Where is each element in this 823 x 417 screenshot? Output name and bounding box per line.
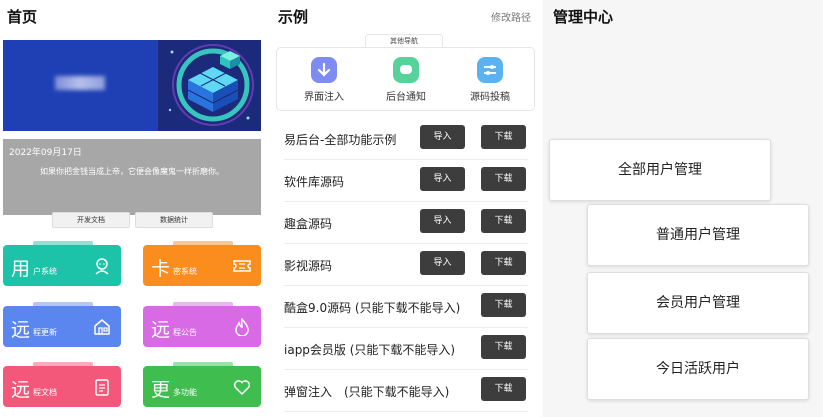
page-title: 管理中心 (553, 8, 614, 26)
page-title: 示例 (278, 8, 309, 26)
import-button[interactable]: 导入 (420, 251, 465, 275)
nav-item-interface-inject[interactable]: 界面注入 (289, 57, 359, 103)
tile-user-system[interactable]: 用 户系统 (3, 241, 121, 286)
stats-button[interactable]: 数据统计 (135, 212, 213, 228)
daily-quote-card: 2022年09月17日 如果你把金钱当成上帝，它便会像魔鬼一样折磨你。 (3, 139, 261, 215)
import-button[interactable]: 导入 (420, 167, 465, 191)
download-button[interactable]: 下载 (481, 251, 526, 275)
list-item: 易后台-全部功能示例 导入 下载 (284, 118, 528, 160)
tile-remote-update[interactable]: 远 程更新 (3, 302, 121, 347)
download-button[interactable]: 下载 (481, 335, 526, 359)
examples-panel: 示例 修改路径 其他导航 界面注入 后台通知 源码投稿 易后台-全部功能示例 导… (271, 0, 541, 417)
nav-card: 界面注入 后台通知 源码投稿 (276, 47, 535, 111)
download-button[interactable]: 下载 (481, 167, 526, 191)
list-item: 影视源码 导入 下载 (284, 244, 528, 286)
document-icon (95, 379, 109, 396)
home-panel: 首页 2022年09月17日 如果你把金钱当成上帝，它便会像魔鬼一样折磨你。 开… (0, 0, 268, 417)
list-item: 酷盒9.0源码 (只能下载不能导入) 下载 (284, 286, 528, 328)
list-item: iapp会员版 (只能下载不能导入) 下载 (284, 328, 528, 370)
banner-illustration (158, 40, 261, 131)
home-icon (94, 319, 110, 335)
download-button[interactable]: 下载 (481, 293, 526, 317)
list-item: 软件库源码 导入 下载 (284, 160, 528, 202)
quote-text: 如果你把金钱当成上帝，它便会像魔鬼一样折磨你。 (40, 167, 224, 176)
download-button[interactable]: 下载 (481, 209, 526, 233)
quote-date: 2022年09月17日 (9, 148, 82, 158)
page-title: 首页 (7, 8, 38, 26)
import-button[interactable]: 导入 (420, 209, 465, 233)
heart-icon (233, 380, 251, 396)
download-button[interactable]: 下载 (481, 125, 526, 149)
edit-path-link[interactable]: 修改路径 (491, 9, 531, 24)
nav-item-backend-notice[interactable]: 后台通知 (371, 57, 441, 103)
banner-carousel[interactable] (3, 40, 261, 131)
user-icon (95, 258, 109, 275)
vip-users-button[interactable]: 会员用户管理 (587, 272, 809, 334)
docs-button[interactable]: 开发文档 (52, 212, 130, 228)
list-item: 趣盒源码 导入 下载 (284, 202, 528, 244)
isometric-blocks-icon (168, 44, 254, 126)
ticket-icon (233, 260, 251, 272)
sliders-icon (477, 57, 503, 83)
list-item: 弹窗注入 (只能下载不能导入) 下载 (284, 370, 528, 412)
tile-remote-document[interactable]: 远 程文档 (3, 362, 121, 407)
nav-item-source-submit[interactable]: 源码投稿 (455, 57, 525, 103)
tile-more-features[interactable]: 更 多功能 (143, 362, 261, 407)
active-users-button[interactable]: 今日活跃用户 (587, 338, 809, 400)
import-button[interactable]: 导入 (420, 125, 465, 149)
admin-panel: 管理中心 全部用户管理 普通用户管理 会员用户管理 今日活跃用户 (543, 0, 823, 417)
tile-card-system[interactable]: 卡 密系统 (143, 241, 261, 286)
download-arrow-icon (311, 57, 337, 83)
chat-bubble-icon (393, 57, 419, 83)
tile-remote-announcement[interactable]: 远 程公告 (143, 302, 261, 347)
download-button[interactable]: 下载 (481, 377, 526, 401)
all-users-button[interactable]: 全部用户管理 (549, 139, 771, 201)
banner-blurred-text (55, 76, 105, 90)
fire-icon (235, 318, 249, 336)
nav-section-tab: 其他导航 (365, 34, 443, 48)
normal-users-button[interactable]: 普通用户管理 (587, 204, 809, 266)
